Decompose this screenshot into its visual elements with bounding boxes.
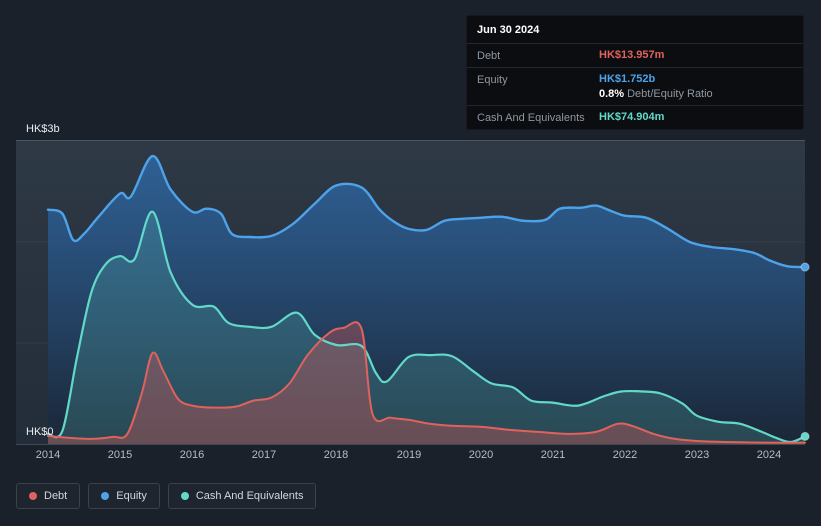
- x-tick-2018: 2018: [323, 449, 349, 461]
- x-tick-2022: 2022: [612, 449, 638, 461]
- legend-item-debt[interactable]: Debt: [16, 483, 81, 509]
- legend-debt-label: Debt: [44, 490, 68, 502]
- x-axis: 2014 2015 2016 2017 2018 2019 2020 2021 …: [16, 449, 805, 463]
- legend-item-cash[interactable]: Cash And Equivalents: [167, 483, 317, 509]
- legend-equity-label: Equity: [116, 490, 147, 502]
- x-tick-2023: 2023: [684, 449, 710, 461]
- tooltip-equity-value: HK$1.752b: [599, 73, 656, 85]
- tooltip-date: Jun 30 2024: [467, 16, 803, 44]
- debt-equity-history-chart: [16, 154, 810, 444]
- tooltip-cash-row: Cash And Equivalents HK$74.904m: [467, 106, 803, 129]
- x-tick-2017: 2017: [251, 449, 277, 461]
- tooltip-equity-row: Equity HK$1.752b 0.8% Debt/Equity Ratio: [467, 68, 803, 106]
- tooltip-equity-label: Equity: [477, 74, 508, 86]
- y-axis-max-label: HK$3b: [26, 123, 60, 135]
- x-tick-2024: 2024: [756, 449, 782, 461]
- tooltip-cash-value: HK$74.904m: [599, 111, 665, 123]
- equity-legend-dot-icon: [101, 492, 110, 500]
- x-tick-2015: 2015: [107, 449, 133, 461]
- y-axis-min-label: HK$0: [26, 426, 54, 438]
- x-tick-2014: 2014: [35, 449, 61, 461]
- x-tick-2016: 2016: [179, 449, 205, 461]
- legend-cash-label: Cash And Equivalents: [195, 490, 304, 502]
- debt-legend-dot-icon: [29, 492, 37, 500]
- x-tick-2019: 2019: [396, 449, 422, 461]
- tooltip-cash-label: Cash And Equivalents: [477, 112, 585, 124]
- chart-plot[interactable]: [16, 140, 810, 445]
- legend-item-equity[interactable]: Equity: [88, 483, 160, 509]
- tooltip-debt-row: Debt HK$13.957m: [467, 44, 803, 68]
- chart-tooltip: Jun 30 2024 Debt HK$13.957m Equity HK$1.…: [466, 15, 804, 130]
- x-tick-2021: 2021: [540, 449, 566, 461]
- x-tick-2020: 2020: [468, 449, 494, 461]
- chart-legend: Debt Equity Cash And Equivalents: [16, 483, 317, 509]
- tooltip-debt-equity-ratio: 0.8% Debt/Equity Ratio: [599, 88, 713, 100]
- tooltip-debt-value: HK$13.957m: [599, 49, 665, 61]
- cash-legend-dot-icon: [180, 492, 189, 500]
- tooltip-debt-label: Debt: [477, 50, 501, 62]
